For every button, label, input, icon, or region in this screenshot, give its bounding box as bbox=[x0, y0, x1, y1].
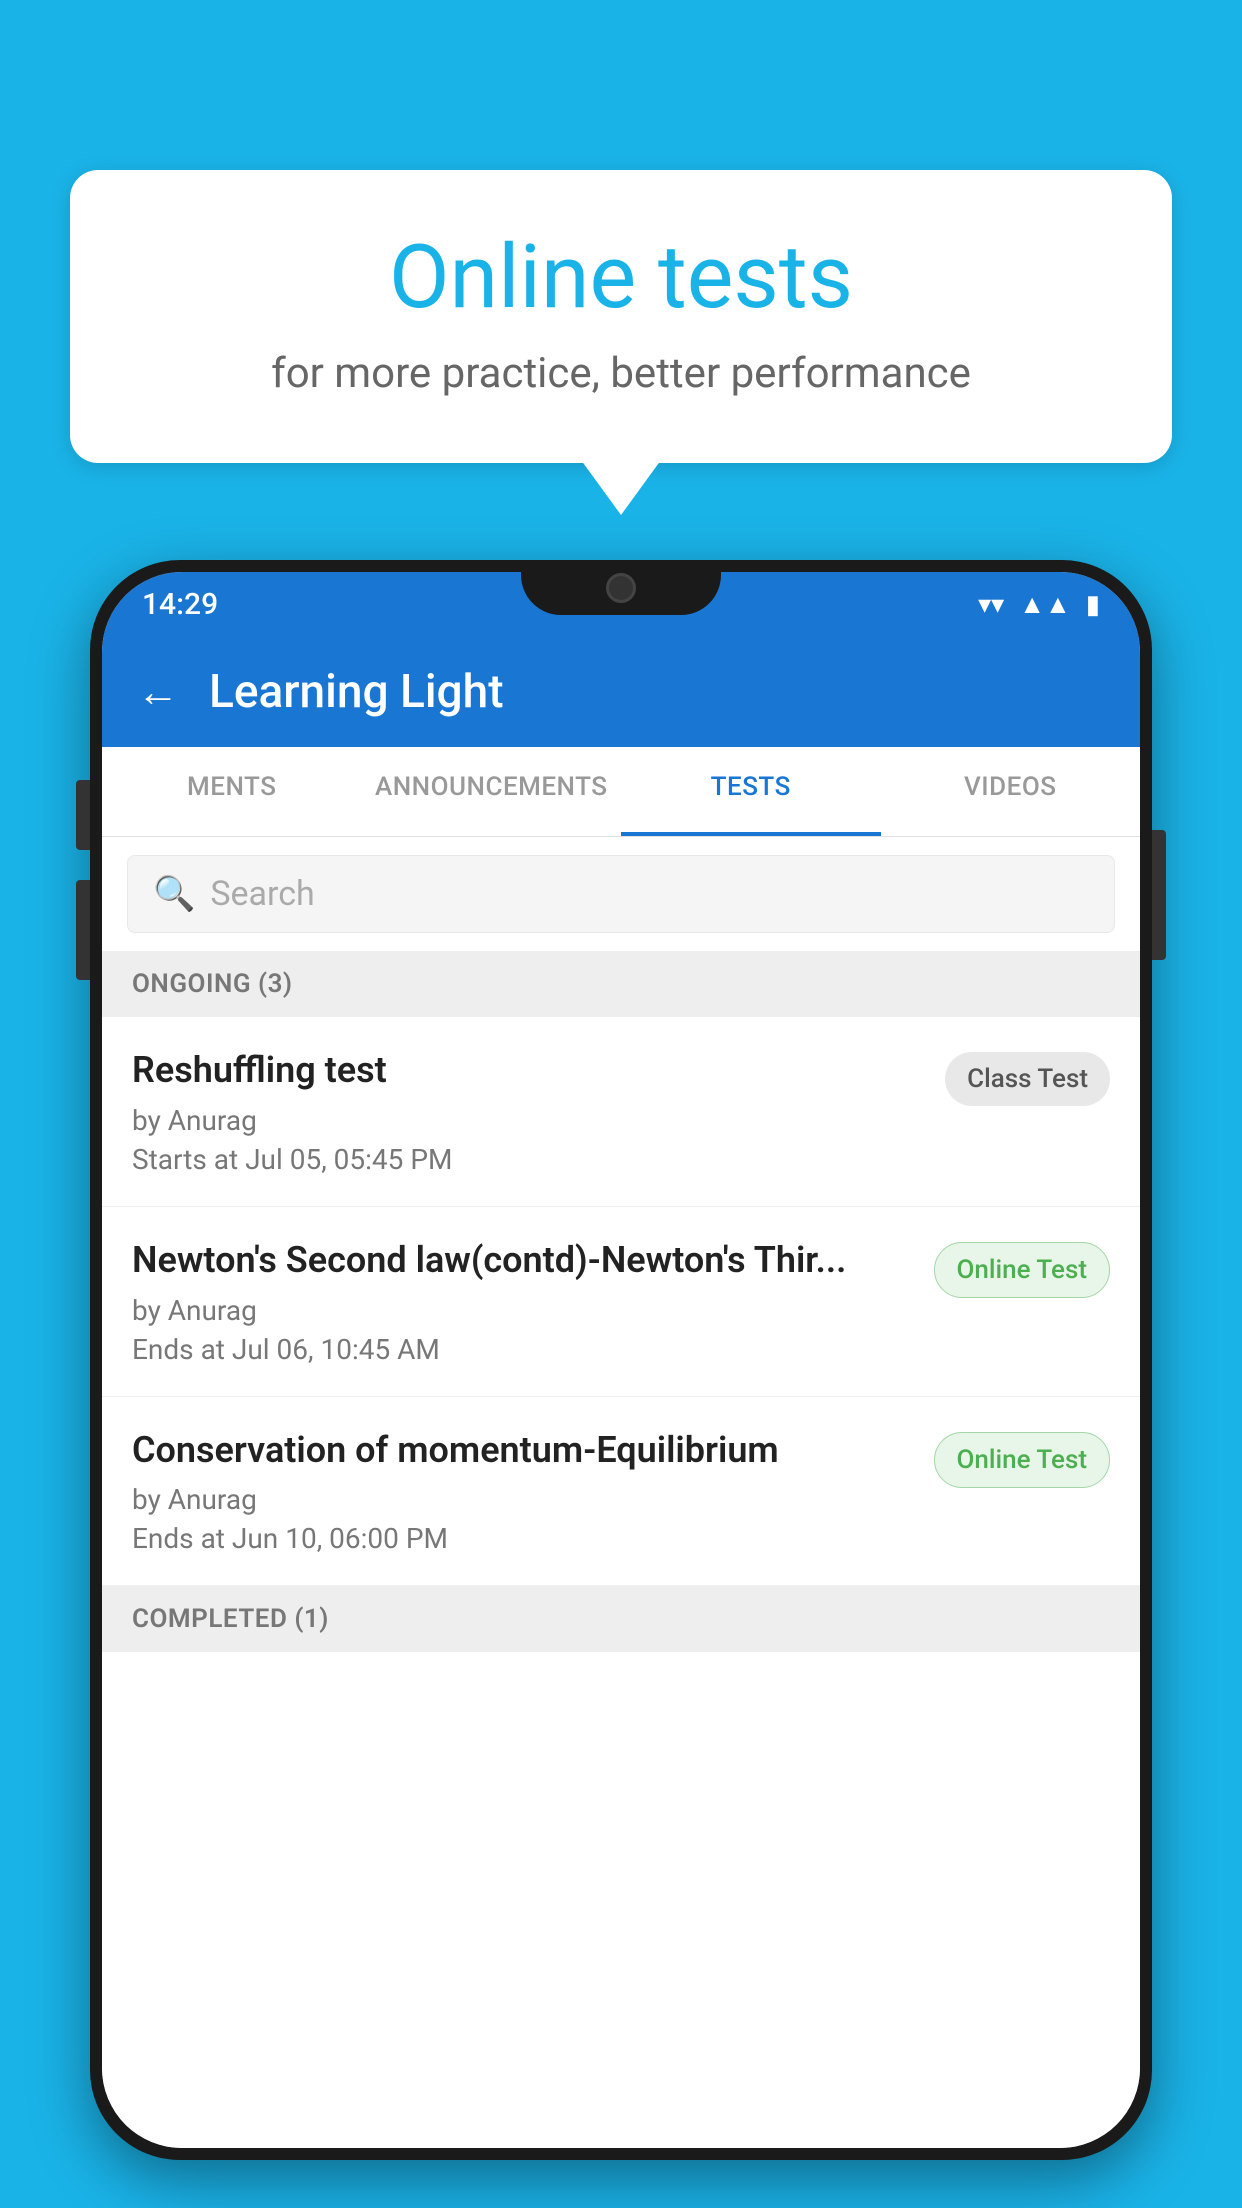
tests-list: Reshuffling test by Anurag Starts at Jul… bbox=[102, 1017, 1140, 2148]
test-author: by Anurag bbox=[132, 1104, 925, 1137]
phone-container: 14:29 ▾▾ ▲▲ ▮ ← Learning Light MENTS ANN… bbox=[90, 560, 1152, 2208]
test-badge-online: Online Test bbox=[934, 1242, 1111, 1298]
speech-bubble: Online tests for more practice, better p… bbox=[70, 170, 1172, 463]
test-item[interactable]: Reshuffling test by Anurag Starts at Jul… bbox=[102, 1017, 1140, 1207]
test-time: Starts at Jul 05, 05:45 PM bbox=[132, 1143, 925, 1176]
phone-screen: 14:29 ▾▾ ▲▲ ▮ ← Learning Light MENTS ANN… bbox=[102, 572, 1140, 2148]
phone-notch bbox=[521, 560, 721, 615]
status-icons: ▾▾ ▲▲ ▮ bbox=[978, 589, 1100, 620]
volume-down-button bbox=[76, 880, 90, 980]
back-button[interactable]: ← bbox=[137, 668, 179, 717]
phone-frame: 14:29 ▾▾ ▲▲ ▮ ← Learning Light MENTS ANN… bbox=[90, 560, 1152, 2160]
front-camera bbox=[606, 573, 636, 603]
test-badge-online: Online Test bbox=[934, 1432, 1111, 1488]
tab-bar: MENTS ANNOUNCEMENTS TESTS VIDEOS bbox=[102, 747, 1140, 837]
test-name: Conservation of momentum-Equilibrium bbox=[132, 1427, 914, 1474]
test-info: Conservation of momentum-Equilibrium by … bbox=[132, 1427, 914, 1556]
status-time: 14:29 bbox=[142, 587, 218, 622]
test-time: Ends at Jul 06, 10:45 AM bbox=[132, 1333, 914, 1366]
tab-videos[interactable]: VIDEOS bbox=[881, 747, 1141, 836]
tab-assignments[interactable]: MENTS bbox=[102, 747, 362, 836]
test-name: Newton's Second law(contd)-Newton's Thir… bbox=[132, 1237, 914, 1284]
test-item[interactable]: Newton's Second law(contd)-Newton's Thir… bbox=[102, 1207, 1140, 1397]
test-author: by Anurag bbox=[132, 1294, 914, 1327]
search-input[interactable]: Search bbox=[210, 874, 314, 914]
battery-icon: ▮ bbox=[1086, 590, 1100, 620]
test-info: Newton's Second law(contd)-Newton's Thir… bbox=[132, 1237, 914, 1366]
search-input-wrapper[interactable]: 🔍 Search bbox=[127, 855, 1115, 933]
speech-bubble-title: Online tests bbox=[120, 230, 1122, 327]
signal-icon: ▲▲ bbox=[1019, 589, 1070, 620]
app-bar: ← Learning Light bbox=[102, 637, 1140, 747]
ongoing-section-header: ONGOING (3) bbox=[102, 951, 1140, 1017]
speech-bubble-subtitle: for more practice, better performance bbox=[120, 349, 1122, 398]
search-container: 🔍 Search bbox=[102, 837, 1140, 951]
completed-section-header: COMPLETED (1) bbox=[102, 1586, 1140, 1652]
test-name: Reshuffling test bbox=[132, 1047, 925, 1094]
app-bar-title: Learning Light bbox=[209, 665, 504, 719]
search-icon: 🔍 bbox=[153, 874, 195, 914]
tab-tests[interactable]: TESTS bbox=[621, 747, 881, 836]
test-time: Ends at Jun 10, 06:00 PM bbox=[132, 1522, 914, 1555]
test-badge-class: Class Test bbox=[945, 1052, 1110, 1106]
volume-up-button bbox=[76, 780, 90, 850]
test-item[interactable]: Conservation of momentum-Equilibrium by … bbox=[102, 1397, 1140, 1587]
test-info: Reshuffling test by Anurag Starts at Jul… bbox=[132, 1047, 925, 1176]
tab-announcements[interactable]: ANNOUNCEMENTS bbox=[362, 747, 622, 836]
test-author: by Anurag bbox=[132, 1483, 914, 1516]
wifi-icon: ▾▾ bbox=[978, 590, 1004, 620]
power-button bbox=[1152, 830, 1166, 960]
